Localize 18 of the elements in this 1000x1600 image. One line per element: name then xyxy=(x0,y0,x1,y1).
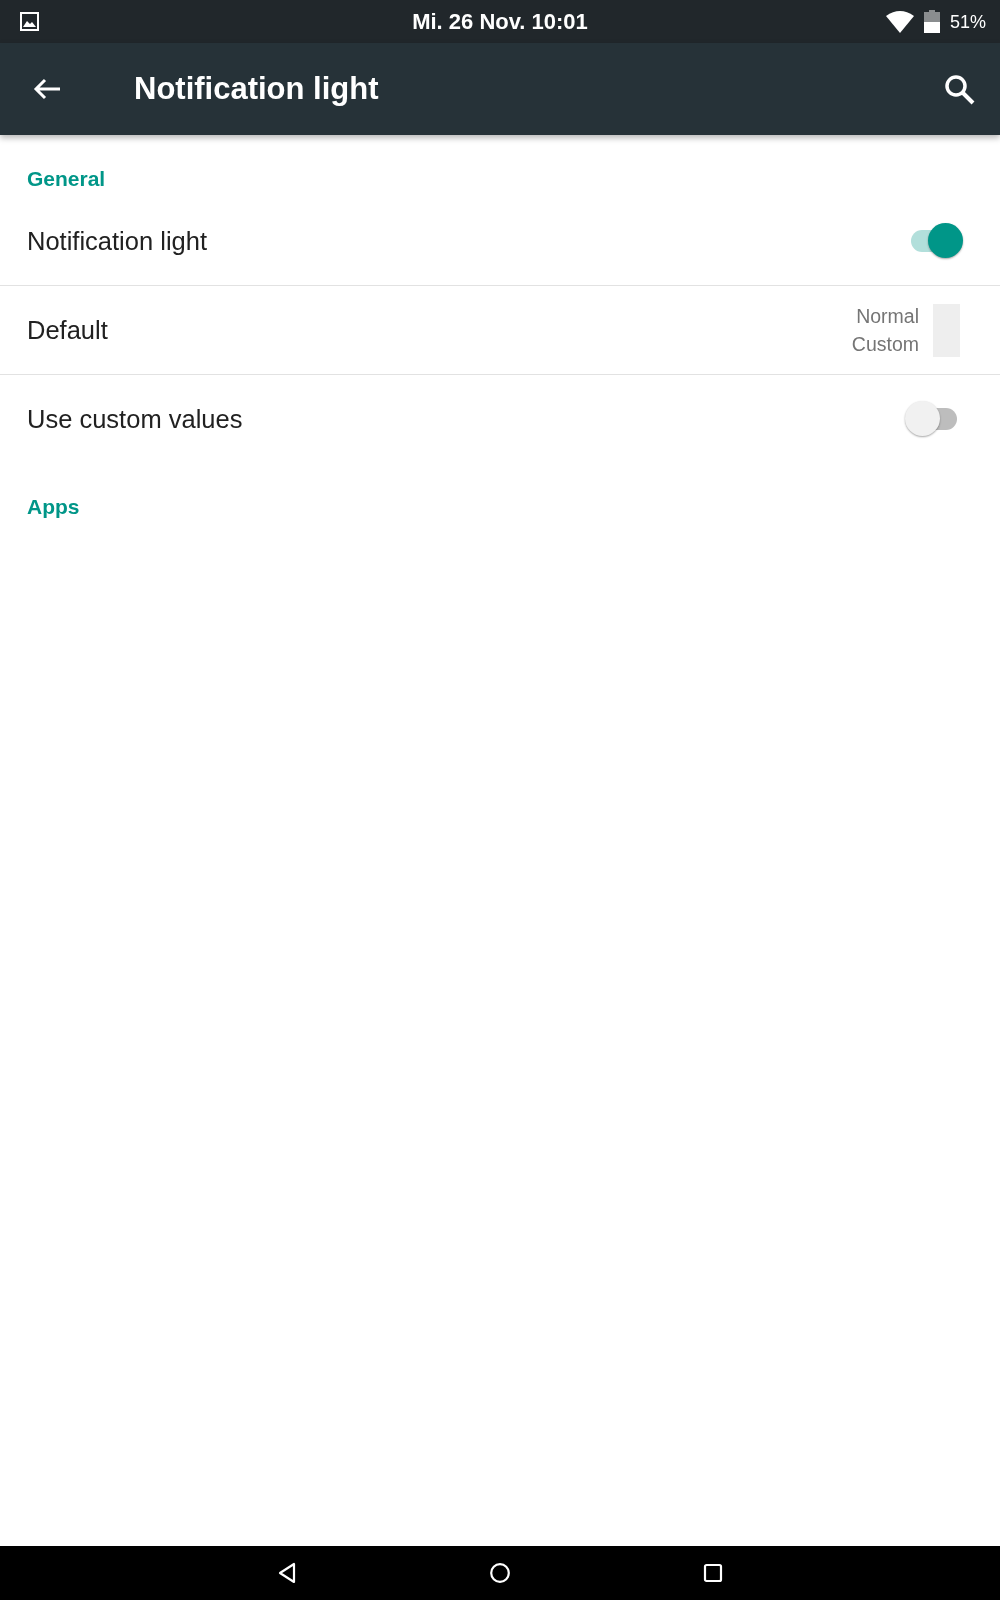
setting-label: Notification light xyxy=(27,225,208,256)
section-header: Apps xyxy=(27,495,80,518)
battery-icon xyxy=(923,10,940,33)
summary-text: Custom xyxy=(851,332,919,357)
setting-label: Default xyxy=(27,315,109,345)
back-icon[interactable] xyxy=(277,1562,297,1584)
back-arrow-icon[interactable] xyxy=(33,77,61,101)
summary-text: Normal xyxy=(856,304,919,329)
status-time: Mi. 26 Nov. 10:01 xyxy=(412,8,588,35)
home-icon[interactable] xyxy=(490,1563,510,1583)
screen-title: Notification light xyxy=(134,71,380,107)
image-icon xyxy=(20,12,39,31)
search-icon[interactable] xyxy=(944,73,975,105)
wifi-icon xyxy=(885,10,914,33)
section-header: General xyxy=(27,167,106,190)
setting-label: Use custom values xyxy=(27,404,244,434)
battery-percent: 51% xyxy=(949,10,986,33)
recents-icon[interactable] xyxy=(703,1563,723,1583)
